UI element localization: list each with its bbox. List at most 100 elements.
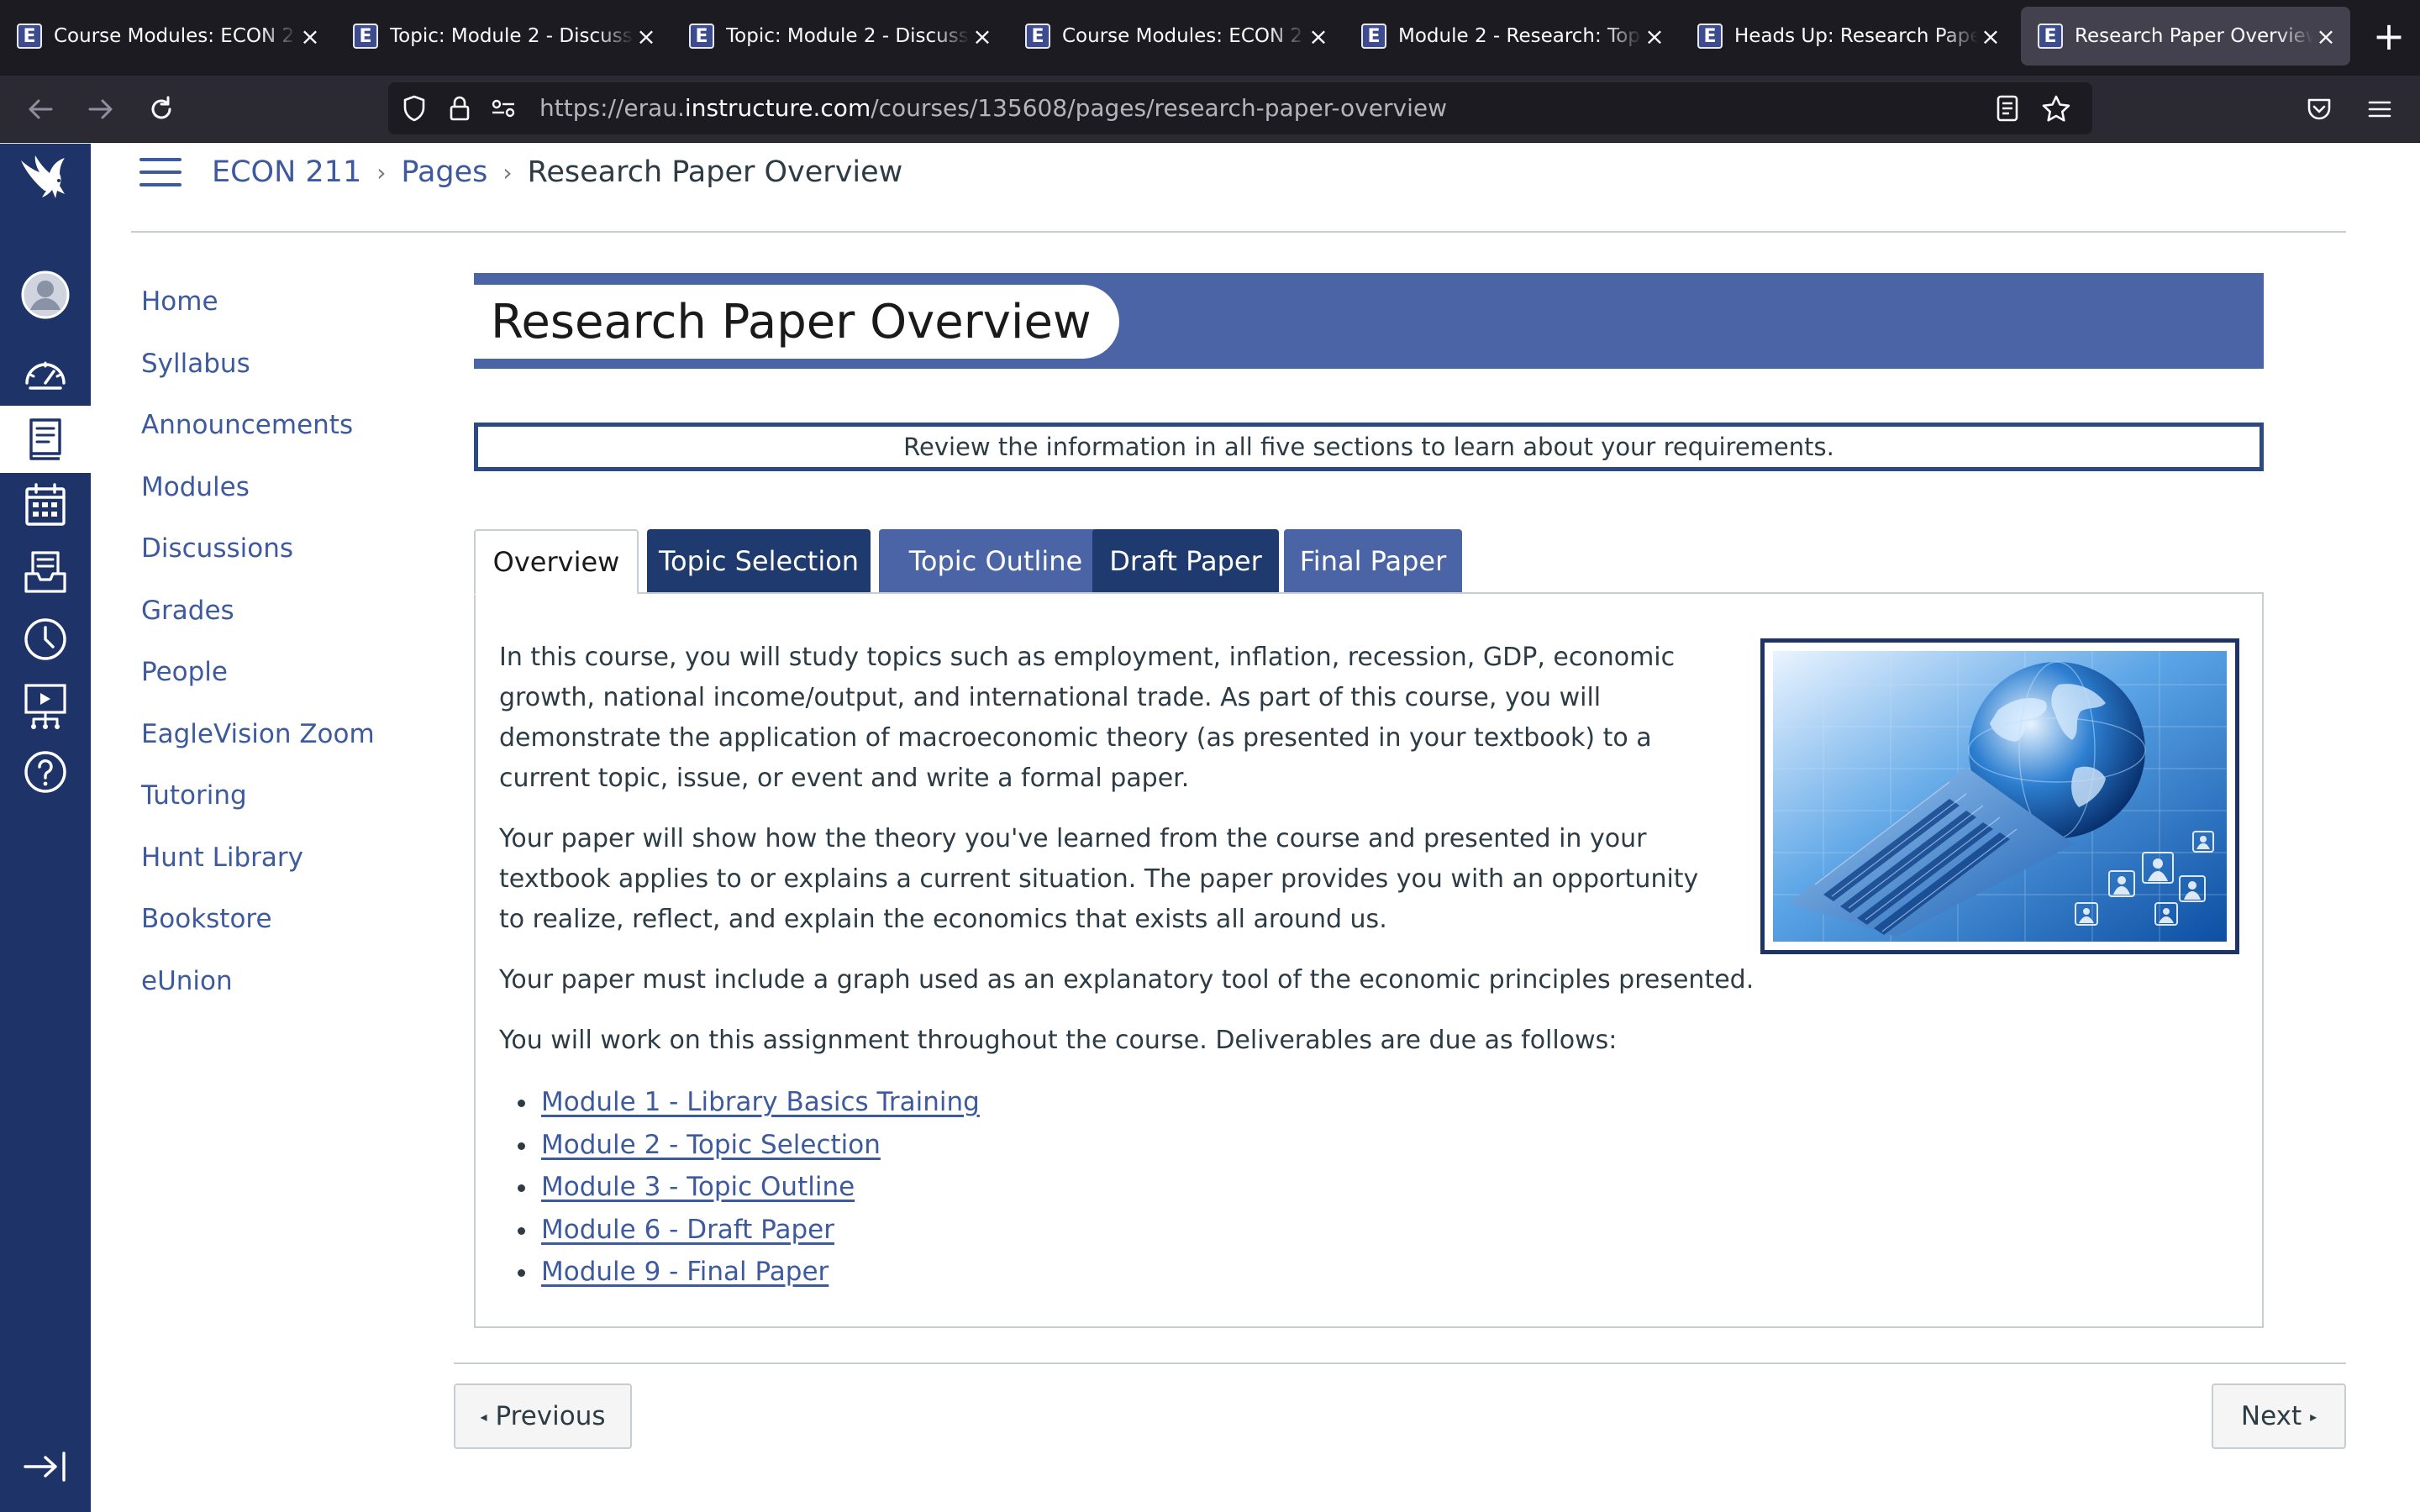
nav-courses[interactable]	[0, 406, 91, 473]
pocket-icon	[2307, 98, 2331, 120]
nav-account[interactable]	[0, 261, 91, 328]
deliverable-link[interactable]: Module 2 - Topic Selection	[541, 1130, 881, 1160]
tab-draft-paper[interactable]: Draft Paper	[1092, 529, 1279, 593]
nav-history[interactable]	[0, 606, 91, 673]
tab-overview[interactable]: Overview	[474, 529, 639, 595]
deliverable-link[interactable]: Module 3 - Topic Outline	[541, 1172, 855, 1202]
deliverable-link[interactable]: Module 6 - Draft Paper	[541, 1215, 834, 1245]
url-prefix: https://erau.	[539, 94, 685, 122]
nav-studio[interactable]	[0, 673, 91, 740]
app-menu-button[interactable]	[2360, 89, 2400, 129]
course-nav-people[interactable]: People	[141, 653, 444, 715]
reader-view-icon[interactable]	[1991, 92, 2023, 124]
course-menu-toggle[interactable]	[139, 158, 183, 188]
course-nav-eaglevision-zoom[interactable]: EagleVision Zoom	[141, 715, 444, 777]
course-nav-hunt-library[interactable]: Hunt Library	[141, 838, 444, 900]
close-tab-icon[interactable]: ×	[1306, 23, 1331, 50]
nav-dashboard[interactable]	[0, 341, 91, 408]
breadcrumb-course-link[interactable]: ECON 211	[212, 155, 361, 189]
back-arrow-icon	[29, 99, 53, 119]
previous-button[interactable]: ◂ Previous	[454, 1383, 632, 1449]
tab-final-paper[interactable]: Final Paper	[1284, 529, 1462, 593]
url-host: instructure.com	[684, 94, 871, 122]
header-divider	[131, 231, 2346, 233]
deliverable-link[interactable]: Module 1 - Library Basics Training	[541, 1087, 980, 1117]
overview-panel: In this course, you will study topics su…	[474, 592, 2264, 1328]
browser-tab[interactable]: E Course Modules: ECON 211 ×	[0, 7, 334, 66]
breadcrumb-separator: ›	[376, 158, 387, 186]
tab-topic-selection[interactable]: Topic Selection	[647, 529, 871, 593]
caret-left-icon: ◂	[480, 1408, 487, 1425]
canvas-favicon-icon: E	[17, 24, 42, 49]
bookmark-star-icon[interactable]	[2040, 92, 2072, 124]
deliverables-list: Module 1 - Library Basics Training Modul…	[518, 1081, 980, 1294]
inbox-icon	[24, 551, 66, 593]
browser-tab-label: Topic: Module 2 - Discussion	[390, 25, 634, 47]
title-pill: Research Paper Overview	[474, 285, 1119, 359]
forward-button[interactable]	[81, 89, 121, 129]
close-tab-icon[interactable]: ×	[2313, 23, 2338, 50]
close-tab-icon[interactable]: ×	[1978, 23, 2003, 50]
browser-tab-label: Module 2 - Research: Topic	[1398, 25, 1642, 47]
nav-help[interactable]	[0, 738, 91, 806]
page-title: Research Paper Overview	[491, 295, 1092, 349]
course-nav-tutoring[interactable]: Tutoring	[141, 776, 444, 838]
course-nav-bookstore[interactable]: Bookstore	[141, 900, 444, 962]
browser-tab[interactable]: E Module 2 - Research: Topic ×	[1344, 7, 1679, 66]
calendar-icon	[25, 483, 66, 526]
browser-tab-active[interactable]: E Research Paper Overview: ECON ×	[2021, 7, 2350, 66]
course-nav-discussions[interactable]: Discussions	[141, 529, 444, 591]
browser-tab[interactable]: E Heads Up: Research Paper ×	[1681, 7, 2015, 66]
breadcrumb-pages-link[interactable]: Pages	[401, 155, 487, 189]
browser-tab[interactable]: E Topic: Module 2 - Discussion ×	[672, 7, 1007, 66]
tracking-protection-icon[interactable]	[398, 92, 430, 124]
next-button[interactable]: Next ▸	[2212, 1383, 2346, 1449]
course-nav-home[interactable]: Home	[141, 282, 444, 344]
breadcrumb-separator: ›	[502, 158, 513, 186]
globe-keyboard-illustration	[1773, 651, 2227, 942]
instructions-notice: Review the information in all five secti…	[474, 423, 2264, 471]
pocket-button[interactable]	[2299, 89, 2339, 129]
overview-paragraph: You will work on this assignment through…	[499, 1026, 1618, 1055]
close-tab-icon[interactable]: ×	[970, 23, 995, 50]
course-nav-announcements[interactable]: Announcements	[141, 406, 444, 468]
browser-tab[interactable]: E Course Modules: ECON 211 ×	[1008, 7, 1343, 66]
browser-tab-label: Course Modules: ECON 211	[54, 25, 297, 47]
course-nav-eunion[interactable]: eUnion	[141, 962, 444, 1024]
new-tab-button[interactable]: +	[2368, 15, 2410, 57]
tab-topic-outline[interactable]: Topic Outline	[879, 529, 1113, 593]
course-nav-modules[interactable]: Modules	[141, 468, 444, 530]
lock-icon[interactable]	[444, 92, 476, 124]
address-bar[interactable]: https://erau.instructure.com/courses/135…	[388, 82, 2092, 134]
close-tab-icon[interactable]: ×	[634, 23, 659, 50]
nav-calendar[interactable]	[0, 471, 91, 538]
overview-paragraph: Your paper must include a graph used as …	[499, 965, 1754, 995]
url-text[interactable]: https://erau.instructure.com/courses/135…	[539, 94, 1447, 122]
footer-divider	[454, 1362, 2346, 1364]
browser-tab-label: Research Paper Overview: ECON	[2075, 25, 2313, 47]
close-tab-icon[interactable]: ×	[1642, 23, 1667, 50]
erau-eagle-logo[interactable]	[0, 144, 91, 228]
course-nav-grades[interactable]: Grades	[141, 591, 444, 654]
reload-icon	[151, 96, 171, 119]
course-nav-syllabus[interactable]: Syllabus	[141, 344, 444, 407]
canvas-favicon-icon: E	[1697, 24, 1723, 49]
list-item: Module 1 - Library Basics Training	[518, 1081, 980, 1124]
close-tab-icon[interactable]: ×	[297, 23, 323, 50]
reload-button[interactable]	[141, 89, 182, 129]
menu-icon	[2368, 101, 2391, 118]
canvas-favicon-icon: E	[689, 24, 714, 49]
canvas-favicon-icon: E	[2038, 24, 2063, 49]
browser-tab-label: Heads Up: Research Paper	[1734, 25, 1978, 47]
browser-tab-label: Topic: Module 2 - Discussion	[726, 25, 970, 47]
list-item: Module 3 - Topic Outline	[518, 1166, 980, 1209]
nav-inbox[interactable]	[0, 538, 91, 606]
site-permissions-icon[interactable]	[487, 92, 519, 124]
deliverable-link[interactable]: Module 9 - Final Paper	[541, 1257, 829, 1287]
globe-keyboard-image	[1760, 638, 2239, 954]
history-icon	[24, 618, 66, 660]
back-button[interactable]	[20, 89, 60, 129]
breadcrumb: ECON 211 › Pages › Research Paper Overvi…	[212, 151, 902, 193]
collapse-nav-button[interactable]	[0, 1437, 91, 1496]
browser-tab[interactable]: E Topic: Module 2 - Discussion ×	[336, 7, 671, 66]
